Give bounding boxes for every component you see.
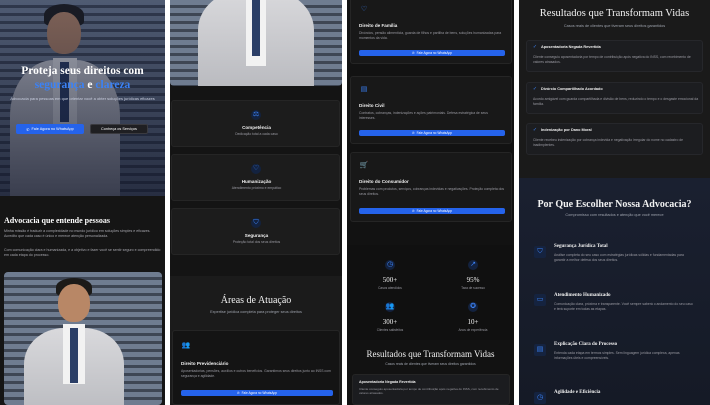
area-card-familia: ♡ Direito de Família Divórcios, pensão a… [350, 0, 512, 64]
feature-card-competencia: ⚖ Competência Dedicação total a cada cas… [171, 100, 340, 147]
area-whatsapp-button[interactable]: ✆ Fale Agora no WhatsApp [181, 390, 333, 396]
users-icon: 👥 [385, 302, 395, 312]
services-button[interactable]: Conheça os Serviços [90, 124, 148, 134]
chat-icon: ▭ [534, 294, 546, 306]
area-whatsapp-button[interactable]: ✆ Fale Agora no WhatsApp [359, 50, 505, 56]
phone-icon: ✆ [26, 127, 30, 132]
phone-icon: ✆ [411, 131, 415, 135]
phone-icon: ✆ [411, 51, 415, 55]
hero-title: Proteja seus direitos com segurança e cl… [21, 65, 144, 91]
feature-card-humanizacao: ♡ Humanização Atendimento próximo e empá… [171, 154, 340, 201]
heart-icon: ♡ [360, 6, 368, 13]
result-card: ✓ Aposentadoria Negada Revertida Cliente… [526, 40, 703, 72]
about-paragraph-2: Com comunicação clara e humanizada, e a … [4, 248, 161, 258]
profile-photo [170, 0, 342, 86]
about-photo [4, 272, 162, 405]
area-whatsapp-button[interactable]: ✆ Fale Agora no WhatsApp [359, 208, 505, 214]
document-icon: ▤ [534, 344, 546, 356]
hero-subtitle: Advocacia para pessoas em que orientar v… [10, 96, 155, 101]
award-icon: ✪ [468, 302, 478, 312]
check-icon: ✓ [532, 86, 538, 92]
results-title: Resultados que Transformam Vidas [366, 349, 495, 359]
results-subtitle: Casos reais de clientes que tiveram seus… [563, 24, 666, 28]
why-subtitle: Compromisso com resultados e atenção que… [565, 213, 664, 217]
whatsapp-button[interactable]: ✆ Fale Agora no WhatsApp [16, 124, 84, 134]
about-paragraph-1: Minha missão é traduzir a complexidade n… [4, 229, 151, 239]
result-card: ✓ Divórcio Compartilhado Acordado Acordo… [526, 82, 703, 114]
result-card: ✓ Indenização por Dano Moral Cliente rec… [526, 123, 703, 155]
shield-icon: ⛉ [251, 218, 261, 228]
clock-icon: ◷ [385, 260, 395, 270]
areas-title: Áreas de Atuação [220, 295, 292, 306]
area-card-consumidor: 🛒 Direito do Consumidor Problemas com pr… [350, 152, 512, 222]
cart-icon: 🛒 [359, 162, 369, 169]
check-icon: ✓ [532, 127, 538, 133]
why-title: Por Que Escolher Nossa Advocacia? [537, 199, 692, 210]
trend-icon: ↗ [468, 260, 478, 270]
areas-subtitle: Expertise jurídica completa para protege… [210, 310, 302, 314]
scale-icon: ⚖ [251, 110, 261, 120]
results-subtitle: Casos reais de clientes que tiveram seus… [385, 362, 476, 366]
area-card-previdenciario: 👥 Direito Previdenciário Aposentadorias,… [172, 330, 340, 405]
result-card: Aposentadoria Negada Revertida Cliente c… [352, 374, 510, 405]
feature-card-seguranca: ⛉ Segurança Proteção total dos seus dire… [171, 208, 340, 255]
phone-icon: ✆ [236, 391, 240, 395]
phone-icon: ✆ [411, 209, 415, 213]
results-title: Resultados que Transformam Vidas [539, 8, 690, 19]
about-title: Advocacia que entende pessoas [4, 216, 111, 225]
document-icon: ▤ [360, 86, 368, 93]
users-icon: 👥 [181, 342, 191, 349]
check-icon: ✓ [532, 44, 538, 50]
shield-icon: ⛉ [534, 246, 546, 258]
area-card-civil: ▤ Direito Civil Contratos, cobranças, in… [350, 76, 512, 144]
heart-icon: ♡ [251, 164, 261, 174]
area-whatsapp-button[interactable]: ✆ Fale Agora no WhatsApp [359, 130, 505, 136]
hero-column: Proteja seus direitos com segurança e cl… [0, 0, 165, 405]
clock-icon: ◷ [534, 392, 546, 404]
